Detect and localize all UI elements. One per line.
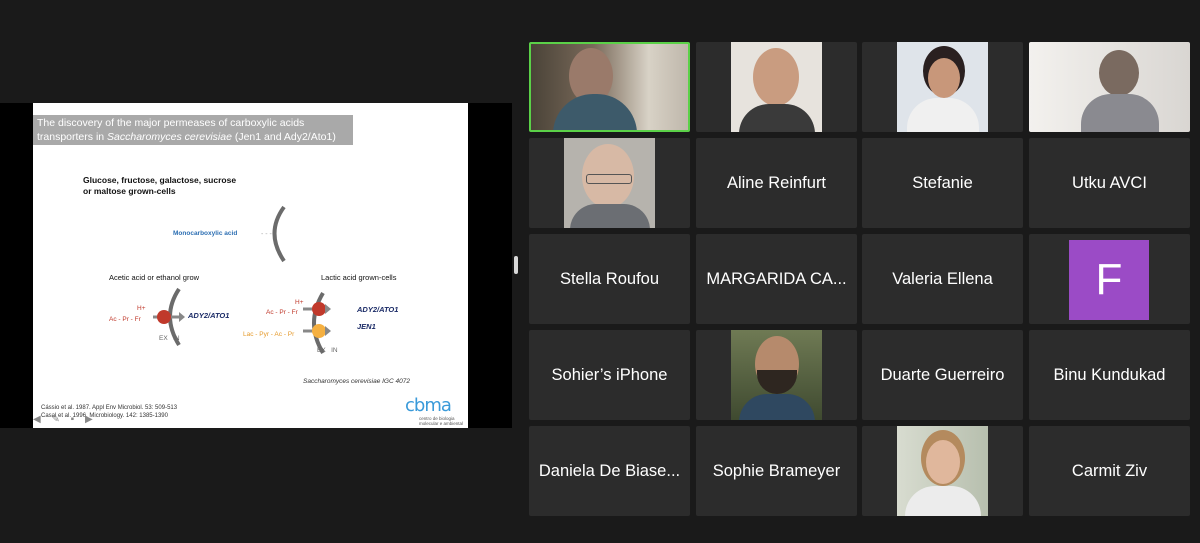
participant-tile[interactable]	[696, 330, 857, 420]
participant-tile[interactable]: Daniela De Biase...	[529, 426, 690, 516]
participant-name: Sophie Brameyer	[712, 461, 841, 480]
lac-acids: Lac - Pyr - Ac - Pr	[243, 331, 295, 338]
participant-tile[interactable]: Stella Roufou	[529, 234, 690, 324]
participant-name: Carmit Ziv	[1071, 461, 1148, 480]
video-feed	[897, 42, 988, 132]
participant-name: Stefanie	[912, 173, 973, 192]
h-plus-left: H+	[137, 305, 146, 312]
participant-tile[interactable]: Utku AVCI	[1029, 138, 1190, 228]
video-feed	[564, 138, 655, 228]
ex-in-right: EX IN	[317, 347, 338, 354]
participant-tile[interactable]	[862, 42, 1023, 132]
video-feed	[731, 330, 822, 420]
participant-tile[interactable]: Binu Kundukad	[1029, 330, 1190, 420]
slide-nav-icons[interactable]: ◀ ✎ ▪ ▶	[33, 414, 97, 425]
participant-name: Utku AVCI	[1072, 173, 1147, 192]
participant-tile[interactable]: Aline Reinfurt	[696, 138, 857, 228]
video-feed	[531, 44, 688, 130]
participant-tile[interactable]: MARGARIDA CA...	[696, 234, 857, 324]
h-plus-right: H+	[295, 299, 304, 306]
participant-name: MARGARIDA CA...	[706, 269, 847, 288]
lactic-label: Lactic acid grown-cells	[321, 273, 397, 282]
participant-tile[interactable]	[1029, 42, 1190, 132]
reference-1: Cássio et al. 1987. Appl Env Microbiol. …	[41, 405, 178, 411]
ady-label: ADY2/ATO1	[188, 311, 230, 320]
ady-label-2: ADY2/ATO1	[357, 305, 399, 314]
participant-tile[interactable]: F	[1029, 234, 1190, 324]
participant-name: Stella Roufou	[559, 269, 660, 288]
video-feed	[1029, 42, 1190, 132]
participant-tile[interactable]: Carmit Ziv	[1029, 426, 1190, 516]
participant-tile[interactable]	[529, 42, 690, 132]
participant-tile[interactable]: Valeria Ellena	[862, 234, 1023, 324]
acetic-label: Acetic acid or ethanol grow	[109, 273, 200, 282]
participant-name: Sohier’s iPhone	[551, 365, 668, 384]
cbma-logo: cbma	[405, 395, 452, 416]
participant-tile[interactable]: Duarte Guerreiro	[862, 330, 1023, 420]
monocarboxylic-label: Monocarboxylic acid	[173, 230, 238, 237]
species-label: Saccharomyces cerevisiae IGC 4072	[303, 378, 410, 385]
participant-name: Duarte Guerreiro	[880, 365, 1005, 384]
participant-name: Daniela De Biase...	[538, 461, 681, 480]
participant-name: Aline Reinfurt	[726, 173, 827, 192]
video-feed	[731, 42, 822, 132]
splitter-handle[interactable]	[514, 256, 518, 274]
participant-tile[interactable]	[529, 138, 690, 228]
participant-name: Binu Kundukad	[1053, 365, 1166, 384]
participant-name: Valeria Ellena	[892, 269, 993, 288]
cbma-logo-subtitle: centro de biologia molecular e ambiental	[419, 416, 464, 426]
left-acids: Ac - Pr - Fr	[109, 316, 141, 323]
participant-tile[interactable]: Sophie Brameyer	[696, 426, 857, 516]
avatar: F	[1069, 240, 1149, 320]
video-feed	[897, 426, 988, 516]
ex-in-left: EX IN	[159, 335, 180, 342]
jen-label: JEN1	[357, 322, 376, 331]
shared-screen[interactable]: The discovery of the major permeases of …	[0, 103, 512, 428]
mid-acids: Ac - Pr - Fr	[266, 309, 298, 316]
participant-tile[interactable]: Stefanie	[862, 138, 1023, 228]
participant-tile[interactable]: Sohier’s iPhone	[529, 330, 690, 420]
svg-text:- - -: - - -	[261, 231, 273, 238]
participant-tile[interactable]	[862, 426, 1023, 516]
participant-tile[interactable]	[696, 42, 857, 132]
presentation-slide: The discovery of the major permeases of …	[33, 103, 468, 428]
